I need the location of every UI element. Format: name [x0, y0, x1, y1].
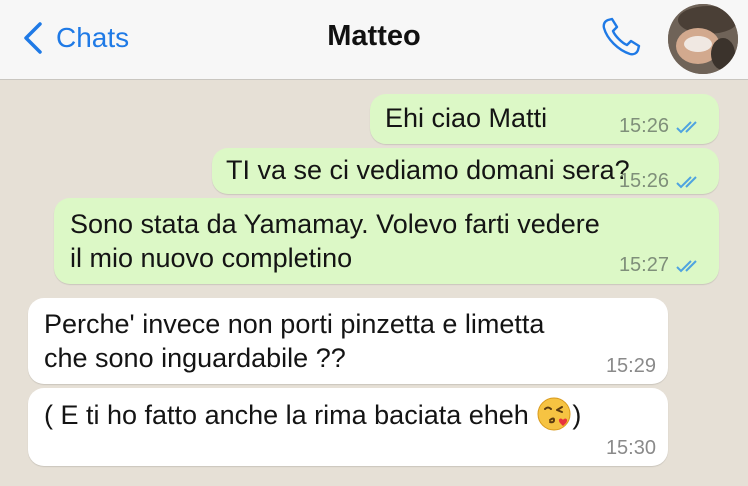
message-text-part: )	[572, 400, 582, 430]
message-meta: 15:29	[606, 355, 656, 378]
phone-icon[interactable]	[598, 14, 644, 60]
incoming-message[interactable]: ( E ti ho fatto anche la rima baciata eh…	[28, 388, 668, 466]
message-text: TI va se ci vediamo domani sera?	[226, 155, 630, 185]
message-meta: 15:30	[606, 437, 656, 460]
incoming-message[interactable]: Perche' invece non porti pinzetta e lime…	[28, 298, 668, 384]
chat-header: Chats Matteo	[0, 0, 748, 80]
message-text: Perche' invece non porti pinzetta e lime…	[44, 309, 545, 339]
message-time: 15:30	[605, 437, 656, 459]
message-meta: 15:27	[619, 254, 705, 277]
message-text: Sono stata da Yamamay. Volevo farti vede…	[70, 209, 600, 239]
message-time: 15:27	[618, 254, 669, 276]
message-text: che sono inguardabile ??	[44, 343, 346, 373]
message-meta: 15:26	[619, 170, 705, 193]
message-list: Ehi ciao Matti 15:26 TI va se ci vediamo…	[0, 80, 748, 486]
outgoing-message[interactable]: Ehi ciao Matti 15:26	[370, 94, 719, 144]
message-time: 15:26	[618, 115, 669, 137]
avatar-photo	[668, 4, 738, 74]
double-check-icon	[676, 175, 697, 188]
message-time: 15:29	[605, 355, 656, 377]
double-check-icon	[676, 259, 697, 272]
kissing-face-emoji	[537, 397, 571, 431]
avatar[interactable]	[668, 4, 738, 74]
message-text-part: ( E ti ho fatto anche la rima baciata eh…	[44, 400, 529, 430]
outgoing-message[interactable]: TI va se ci vediamo domani sera? 15:26	[212, 148, 719, 194]
message-meta: 15:26	[619, 115, 705, 138]
message-time: 15:26	[618, 170, 669, 192]
double-check-icon	[676, 120, 697, 133]
outgoing-message[interactable]: Sono stata da Yamamay. Volevo farti vede…	[54, 198, 719, 284]
message-text: ( E ti ho fatto anche la rima baciata eh…	[44, 396, 581, 432]
message-text: il mio nuovo completino	[70, 243, 353, 273]
message-text: Ehi ciao Matti	[385, 103, 548, 133]
